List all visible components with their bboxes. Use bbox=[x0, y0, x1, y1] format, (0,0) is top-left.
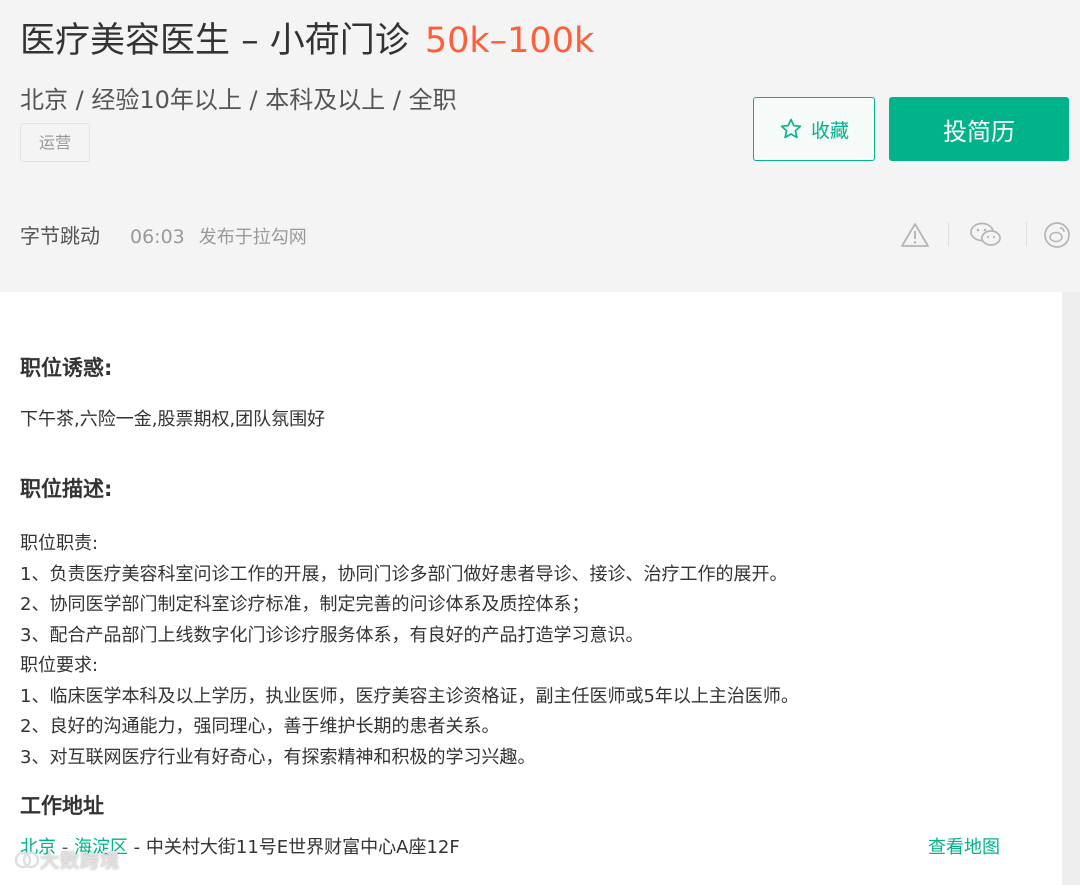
description-line: 1、临床医学本科及以上学历，执业医师，医疗美容主诊资格证，副主任医师或5年以上主… bbox=[20, 685, 799, 707]
publish-source: 发布于拉勾网 bbox=[198, 227, 307, 248]
description-line: 3、对互联网医疗行业有好奇心，有探索精神和积极的学习兴趣。 bbox=[20, 746, 536, 768]
job-detail-page: 医疗美容医生 – 小荷门诊 50k–100k 北京 / 经验10年以上 / 本科… bbox=[0, 0, 1080, 885]
salary-range: 50k–100k bbox=[424, 21, 595, 61]
address-detail: - 中关村大街11号E世界财富中心A座12F bbox=[127, 837, 460, 858]
scrollbar-track[interactable] bbox=[1062, 292, 1080, 885]
job-tag[interactable]: 运营 bbox=[20, 123, 90, 162]
job-requirements: 北京 / 经验10年以上 / 本科及以上 / 全职 bbox=[20, 86, 457, 114]
description-line: 1、负责医疗美容科室问诊工作的开展，协同门诊多部门做好患者导诊、接诊、治疗工作的… bbox=[20, 563, 788, 585]
description-line: 3、配合产品部门上线数字化门诊诊疗服务体系，有良好的产品打造学习意识。 bbox=[20, 624, 644, 646]
work-address: 北京 - 海淀区 - 中关村大街11号E世界财富中心A座12F 查看地图 bbox=[20, 833, 1000, 859]
job-title: 医疗美容医生 – 小荷门诊 bbox=[20, 21, 410, 61]
description-line: 职位要求: bbox=[20, 655, 99, 676]
job-content: 职位诱惑: 下午茶,六险一金,股票期权,团队氛围好 职位描述: 职位职责: 1、… bbox=[0, 292, 1062, 885]
address-heading: 工作地址 bbox=[20, 794, 104, 818]
view-map-link[interactable]: 查看地图 bbox=[928, 833, 1000, 859]
star-icon bbox=[780, 118, 802, 139]
description-line: 职位职责: bbox=[20, 533, 99, 554]
watermark-text: 大数跨境 bbox=[40, 850, 121, 872]
warning-icon[interactable] bbox=[898, 218, 932, 252]
collect-button[interactable]: 收藏 bbox=[753, 97, 875, 161]
icon-divider bbox=[1026, 222, 1027, 246]
job-header: 医疗美容医生 – 小荷门诊 50k–100k 北京 / 经验10年以上 / 本科… bbox=[0, 0, 1080, 292]
perks-text: 下午茶,六险一金,股票期权,团队氛围好 bbox=[20, 409, 326, 430]
title-row: 医疗美容医生 – 小荷门诊 50k–100k bbox=[20, 12, 594, 63]
publish-time: 06:03 bbox=[130, 226, 185, 248]
job-description: 职位职责: 1、负责医疗美容科室问诊工作的开展，协同门诊多部门做好患者导诊、接诊… bbox=[20, 529, 799, 773]
wechat-icon[interactable] bbox=[966, 218, 1006, 252]
icon-divider bbox=[948, 222, 949, 246]
watermark: 大数跨境 bbox=[14, 846, 120, 873]
weibo-icon[interactable] bbox=[1040, 218, 1074, 252]
description-line: 2、良好的沟通能力，强同理心，善于维护长期的患者关系。 bbox=[20, 716, 500, 737]
watermark-logo-icon bbox=[14, 851, 40, 868]
company-row: 字节跳动 06:03 发布于拉勾网 bbox=[20, 220, 307, 249]
description-heading: 职位描述: bbox=[20, 477, 113, 501]
description-line: 2、协同医学部门制定科室诊疗标准，制定完善的问诊体系及质控体系； bbox=[20, 594, 590, 615]
company-name[interactable]: 字节跳动 bbox=[20, 220, 100, 249]
perks-heading: 职位诱惑: bbox=[20, 356, 113, 380]
apply-button[interactable]: 投简历 bbox=[889, 97, 1069, 161]
collect-label: 收藏 bbox=[810, 119, 849, 142]
